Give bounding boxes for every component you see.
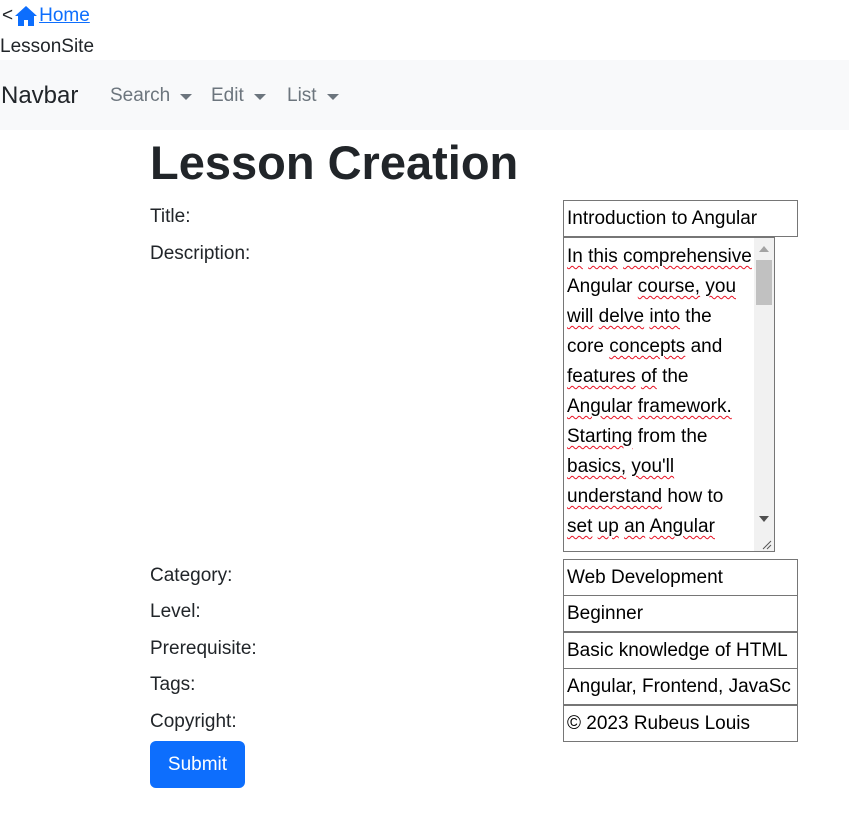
description-word: Angular [567, 396, 633, 417]
house-icon[interactable] [13, 5, 39, 27]
category-input[interactable] [563, 559, 798, 596]
description-text: In this comprehensive Angular course, yo… [567, 242, 752, 542]
description-word: into [649, 306, 681, 327]
description-word: course, [637, 276, 701, 297]
description-word: to [707, 486, 724, 507]
description-word: and [690, 336, 723, 357]
description-word: understand [567, 486, 663, 507]
description-word: will [567, 306, 594, 327]
prerequisite-label: Prerequisite: [150, 638, 257, 659]
level-label: Level: [150, 601, 201, 622]
description-word: the [662, 366, 689, 387]
description-word: set [567, 516, 593, 537]
prerequisite-input[interactable] [563, 632, 798, 669]
nav-label-search: Search [110, 85, 171, 106]
description-word: delve [598, 306, 645, 327]
title-input[interactable] [563, 200, 798, 237]
copyright-input[interactable] [563, 705, 798, 742]
description-label: Description: [150, 243, 251, 264]
caret-down-icon [326, 93, 339, 100]
site-name: LessonSite [0, 36, 95, 57]
description-word: In [567, 246, 583, 267]
tags-label: Tags: [150, 674, 196, 695]
description-word: the [681, 426, 708, 447]
description-word: you'll [631, 456, 675, 477]
description-word: comprehensive [623, 246, 752, 267]
title-label: Title: [150, 206, 191, 227]
nav-label-edit: Edit [211, 85, 244, 106]
description-word: Angular [649, 516, 715, 537]
resize-grip-icon[interactable] [760, 537, 772, 550]
textarea-scrollbar[interactable] [754, 238, 774, 551]
scroll-down-arrow-icon[interactable] [759, 516, 769, 522]
description-word: framework. [637, 396, 732, 417]
tags-input[interactable] [563, 668, 798, 705]
description-word: Starting [567, 426, 633, 447]
home-link[interactable]: Home [39, 4, 90, 28]
description-word: concepts [609, 336, 686, 357]
caret-down-icon [253, 93, 266, 100]
description-word: an [624, 516, 646, 537]
scroll-up-arrow-icon[interactable] [759, 246, 769, 252]
nav-dropdown-edit[interactable]: Edit [211, 84, 266, 108]
page-title: Lesson Creation [150, 136, 519, 189]
caret-down-icon [180, 93, 193, 100]
description-word: from [637, 426, 676, 447]
home-row: < Home [2, 4, 90, 28]
navbar-brand[interactable]: Navbar [1, 81, 78, 111]
description-word: of [640, 366, 657, 387]
nav-dropdown-search[interactable]: Search [110, 84, 193, 108]
scrollbar-thumb[interactable] [756, 260, 772, 305]
nav-label-list: List [287, 85, 317, 106]
description-word: how [667, 486, 703, 507]
copyright-label: Copyright: [150, 711, 237, 732]
category-label: Category: [150, 565, 233, 586]
navbar: Navbar Search Edit List [0, 60, 849, 130]
submit-button[interactable]: Submit [150, 741, 245, 788]
description-textarea[interactable]: In this comprehensive Angular course, yo… [563, 237, 775, 552]
description-word: core [567, 336, 604, 357]
description-word: basics, [567, 456, 627, 477]
nav-dropdown-list[interactable]: List [287, 84, 339, 108]
description-word: the [685, 306, 712, 327]
description-word: you [705, 276, 737, 297]
description-word: features [567, 366, 636, 387]
description-word: Angular [567, 276, 633, 297]
description-word: up [597, 516, 619, 537]
description-word: this [588, 246, 618, 267]
back-chevron-text: < [2, 5, 14, 26]
level-input[interactable] [563, 595, 798, 632]
